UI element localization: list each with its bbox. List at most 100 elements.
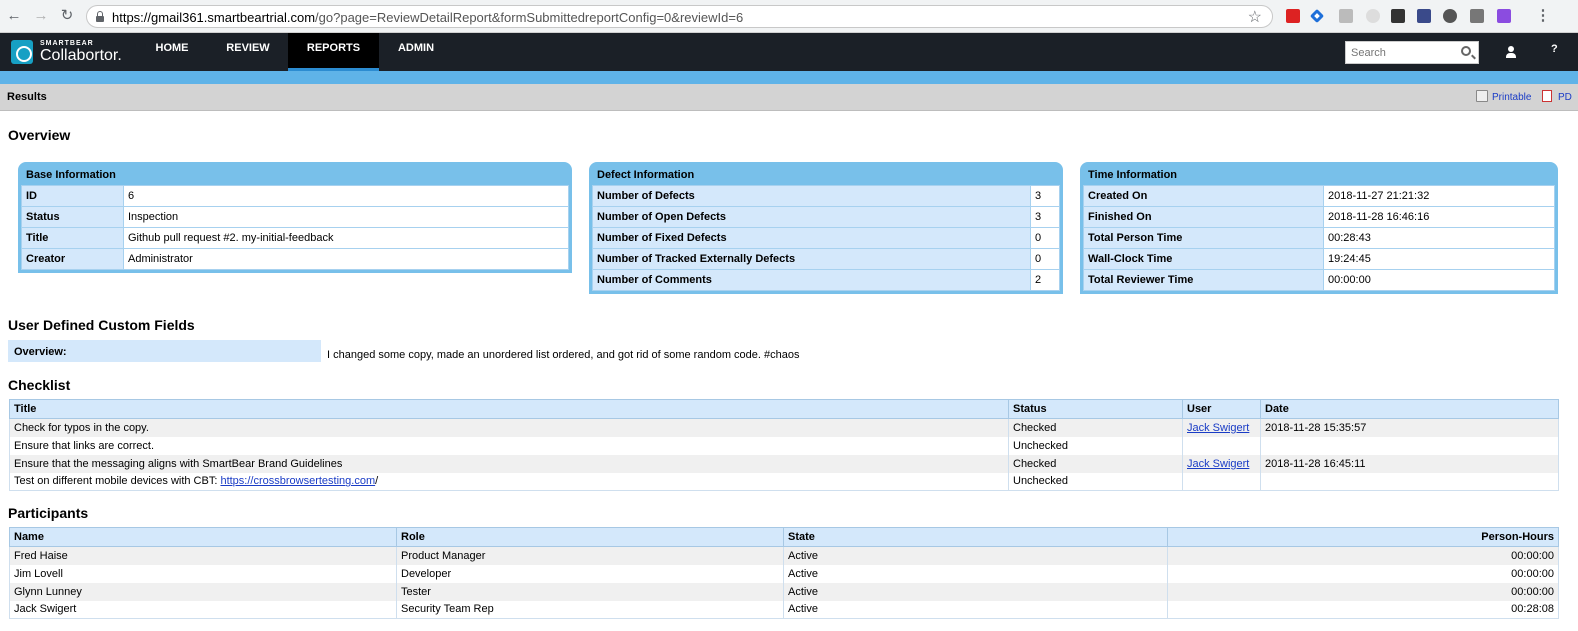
nav-admin[interactable]: ADMIN bbox=[389, 33, 443, 71]
table-row: Ensure that links are correct. Unchecked bbox=[9, 436, 1559, 455]
field-label: ID bbox=[21, 185, 124, 207]
url-text[interactable]: https://gmail361.smartbeartrial.com/go?p… bbox=[112, 10, 743, 25]
time-information-table: Created On 2018-11-27 21:21:32 Finished O… bbox=[1083, 185, 1555, 291]
base-information-panel: Base Information ID 6 Status Inspection Ti… bbox=[18, 162, 572, 273]
field-value: 3 bbox=[1030, 206, 1060, 228]
search-icon[interactable] bbox=[1461, 46, 1471, 56]
checklist-date bbox=[1260, 436, 1559, 455]
back-arrow-icon[interactable]: ← bbox=[6, 8, 22, 24]
user-link[interactable]: Jack Swigert bbox=[1187, 458, 1249, 470]
results-bar: Results Printable PD bbox=[0, 84, 1578, 111]
extension-icon[interactable] bbox=[1366, 9, 1380, 23]
participant-role: Developer bbox=[396, 564, 784, 583]
participant-role: Tester bbox=[396, 582, 784, 601]
field-label: Number of Comments bbox=[592, 269, 1031, 291]
defect-information-panel: Defect Information Number of Defects 3 Nu… bbox=[589, 162, 1063, 294]
field-label: Number of Open Defects bbox=[592, 206, 1031, 228]
field-label: Creator bbox=[21, 248, 124, 270]
participants-table: Name Role State Person-Hours Fred Haise … bbox=[9, 527, 1559, 619]
checklist-status: Checked bbox=[1008, 418, 1183, 437]
field-value: 00:28:43 bbox=[1323, 227, 1555, 249]
field-value: 0 bbox=[1030, 248, 1060, 270]
checklist-date: 2018-11-28 15:35:57 bbox=[1260, 418, 1559, 437]
field-label: Total Person Time bbox=[1083, 227, 1324, 249]
field-label: Number of Fixed Defects bbox=[592, 227, 1031, 249]
field-label: Wall-Clock Time bbox=[1083, 248, 1324, 270]
printer-icon[interactable] bbox=[1476, 90, 1488, 102]
column-header[interactable]: Date bbox=[1260, 399, 1559, 419]
panel-title: Defect Information bbox=[592, 165, 1060, 185]
lock-icon bbox=[96, 11, 104, 22]
search-box bbox=[1345, 41, 1479, 64]
nav-home[interactable]: HOME bbox=[146, 33, 198, 71]
checklist-user: Jack Swigert bbox=[1182, 418, 1261, 437]
table-row: Check for typos in the copy. Checked Jac… bbox=[9, 418, 1559, 437]
participant-hours: 00:00:00 bbox=[1167, 582, 1559, 601]
extension-icon[interactable] bbox=[1309, 8, 1325, 24]
checklist-title: Ensure that links are correct. bbox=[9, 436, 1009, 455]
extension-icon[interactable] bbox=[1339, 9, 1353, 23]
crossbrowsertesting-link[interactable]: https://crossbrowsertesting.com bbox=[220, 475, 375, 487]
user-icon[interactable] bbox=[1506, 46, 1516, 58]
extension-icon[interactable] bbox=[1497, 9, 1511, 23]
nav-review[interactable]: REVIEW bbox=[218, 33, 278, 71]
field-value: 2018-11-27 21:21:32 bbox=[1323, 185, 1555, 207]
base-information-table: ID 6 Status Inspection Title Github pull re… bbox=[21, 185, 569, 270]
field-label: Finished On bbox=[1083, 206, 1324, 228]
search-input[interactable] bbox=[1346, 42, 1456, 63]
participant-role: Product Manager bbox=[396, 546, 784, 565]
custom-field-label: Overview: bbox=[8, 340, 321, 362]
extension-icon[interactable] bbox=[1391, 9, 1405, 23]
field-value: Github pull request #2. my-initial-feedb… bbox=[123, 227, 569, 249]
printable-link[interactable]: Printable bbox=[1492, 92, 1531, 103]
participant-role: Security Team Rep bbox=[396, 600, 784, 619]
column-header[interactable]: Person-Hours bbox=[1167, 527, 1559, 547]
brand-name[interactable]: Collabortor. bbox=[40, 47, 122, 65]
column-header[interactable]: State bbox=[783, 527, 1168, 547]
panel-title: Base Information bbox=[21, 165, 569, 185]
menu-kebab-icon[interactable]: ⋮ bbox=[1535, 8, 1551, 24]
reload-icon[interactable]: ↻ bbox=[59, 8, 75, 24]
checklist-table: Title Status User Date Check for typos i… bbox=[9, 399, 1559, 491]
app-header: SMARTBEAR Collabortor. HOME REVIEW REPOR… bbox=[0, 33, 1578, 71]
column-header[interactable]: Role bbox=[396, 527, 784, 547]
extension-icon[interactable] bbox=[1443, 9, 1457, 23]
table-row: Fred Haise Product Manager Active 00:00:… bbox=[9, 546, 1559, 565]
custom-field-value: I changed some copy, made an unordered l… bbox=[327, 349, 800, 361]
extension-icon[interactable] bbox=[1286, 9, 1300, 23]
nav-reports[interactable]: REPORTS bbox=[288, 33, 379, 71]
field-value: 00:00:00 bbox=[1323, 269, 1555, 291]
participant-name: Jack Swigert bbox=[9, 600, 397, 619]
column-header[interactable]: Title bbox=[9, 399, 1009, 419]
address-bar[interactable]: https://gmail361.smartbeartrial.com/go?p… bbox=[86, 5, 1273, 28]
checklist-status: Unchecked bbox=[1008, 436, 1183, 455]
column-header[interactable]: Status bbox=[1008, 399, 1183, 419]
pdf-icon[interactable] bbox=[1542, 90, 1552, 102]
participants-heading: Participants bbox=[8, 505, 89, 521]
field-label: Status bbox=[21, 206, 124, 228]
field-label: Title bbox=[21, 227, 124, 249]
forward-arrow-icon[interactable]: → bbox=[33, 8, 49, 24]
field-value: Inspection bbox=[123, 206, 569, 228]
bookmark-star-icon[interactable]: ☆ bbox=[1248, 7, 1262, 27]
checklist-user bbox=[1182, 472, 1261, 491]
participant-name: Jim Lovell bbox=[9, 564, 397, 583]
column-header[interactable]: Name bbox=[9, 527, 397, 547]
column-header[interactable]: User bbox=[1182, 399, 1261, 419]
table-row: Jim Lovell Developer Active 00:00:00 bbox=[9, 564, 1559, 583]
checklist-date bbox=[1260, 472, 1559, 491]
extension-icon[interactable] bbox=[1470, 9, 1484, 23]
field-value: 2 bbox=[1030, 269, 1060, 291]
field-label: Total Reviewer Time bbox=[1083, 269, 1324, 291]
participant-hours: 00:28:08 bbox=[1167, 600, 1559, 619]
pdf-link[interactable]: PD bbox=[1558, 92, 1572, 103]
extension-icon[interactable] bbox=[1417, 9, 1431, 23]
participant-name: Fred Haise bbox=[9, 546, 397, 565]
user-link[interactable]: Jack Swigert bbox=[1187, 422, 1249, 434]
field-value: Administrator bbox=[123, 248, 569, 270]
collaborator-logo-icon[interactable] bbox=[11, 40, 33, 64]
participant-hours: 00:00:00 bbox=[1167, 564, 1559, 583]
help-icon[interactable]: ? bbox=[1551, 43, 1558, 55]
field-label: Number of Defects bbox=[592, 185, 1031, 207]
checklist-status: Unchecked bbox=[1008, 472, 1183, 491]
